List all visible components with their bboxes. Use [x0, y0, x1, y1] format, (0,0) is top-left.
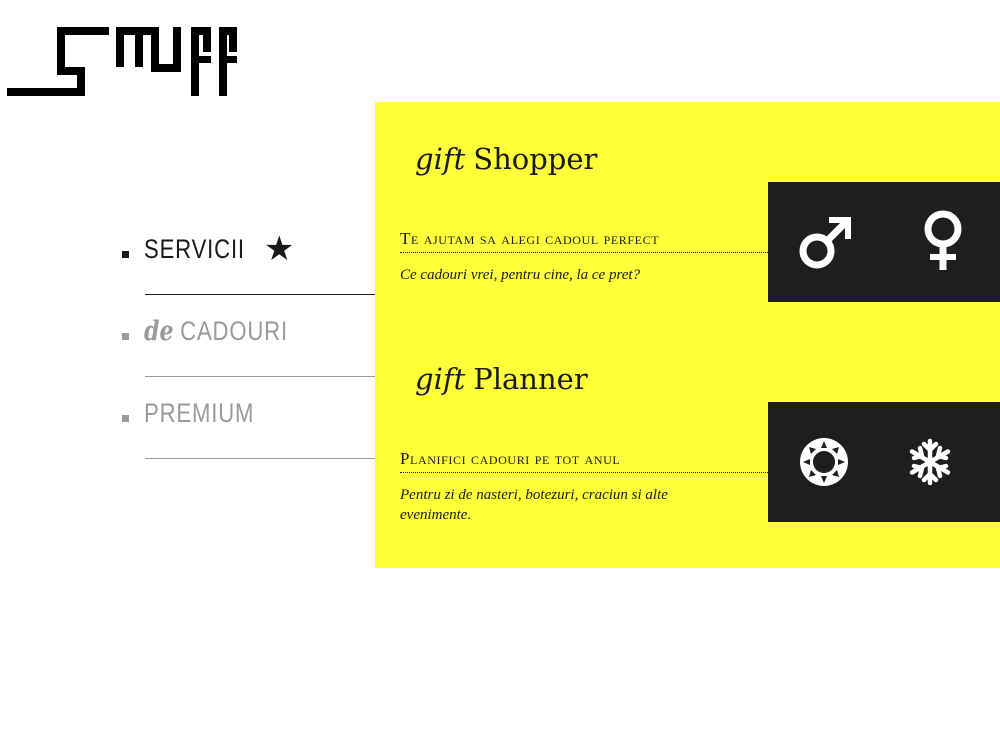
card-title-text: Shopper — [473, 142, 598, 176]
bullet-icon — [122, 415, 129, 422]
nav-item-servicii[interactable]: SERVICII ★ — [120, 226, 375, 308]
nav-item-label: de CADOURI — [144, 316, 288, 347]
nav-item-de-cadouri[interactable]: de CADOURI — [120, 308, 375, 390]
snowflake-icon[interactable] — [908, 427, 978, 497]
card-tagline: Te ajutam sa alegi cadoul perfect — [400, 229, 768, 253]
card-title-prefix: gift — [415, 362, 466, 396]
services-panel: gift Shopper Te ajutam sa alegi cadoul pe… — [375, 102, 1000, 568]
star-icon: ★ — [264, 230, 295, 268]
divider — [145, 376, 375, 377]
nav-item-label-text: CADOURI — [180, 316, 288, 346]
gift-shopper-card[interactable]: gift Shopper Te ajutam sa alegi cadoul pe… — [375, 102, 1000, 322]
smuff-logo[interactable] — [0, 20, 245, 100]
gift-planner-card[interactable]: gift Planner Planifici cadouri pe tot anu… — [375, 322, 1000, 542]
card-tagline: Planifici cadouri pe tot anul — [400, 449, 768, 473]
card-description: Ce cadouri vrei, pentru cine, la ce pret… — [400, 267, 641, 283]
logo-mark-icon — [7, 27, 237, 96]
nav-item-prefix: de — [144, 316, 174, 347]
card-icon-box — [768, 182, 1000, 302]
bullet-icon — [122, 333, 129, 340]
nav-item-label: PREMIUM — [144, 398, 254, 429]
card-icon-box — [768, 402, 1000, 522]
main-nav: SERVICII ★ de CADOURI PREMIUM — [120, 226, 375, 472]
male-symbol-icon[interactable] — [791, 207, 861, 277]
nav-item-label-text: PREMIUM — [144, 398, 255, 428]
card-title-text: Planner — [473, 362, 588, 396]
nav-item-premium[interactable]: PREMIUM — [120, 390, 375, 472]
card-title[interactable]: gift Planner — [415, 362, 588, 396]
nav-item-label-text: SERVICII — [144, 234, 245, 264]
card-title[interactable]: gift Shopper — [415, 142, 597, 176]
sun-icon[interactable] — [791, 427, 861, 497]
nav-item-label: SERVICII — [144, 234, 245, 265]
divider — [145, 458, 375, 459]
bullet-icon — [122, 251, 129, 258]
female-symbol-icon[interactable] — [908, 207, 978, 277]
card-description: Pentru zi de nasteri, botezuri, craciun … — [400, 487, 668, 523]
card-title-prefix: gift — [415, 142, 466, 176]
divider — [145, 294, 375, 295]
